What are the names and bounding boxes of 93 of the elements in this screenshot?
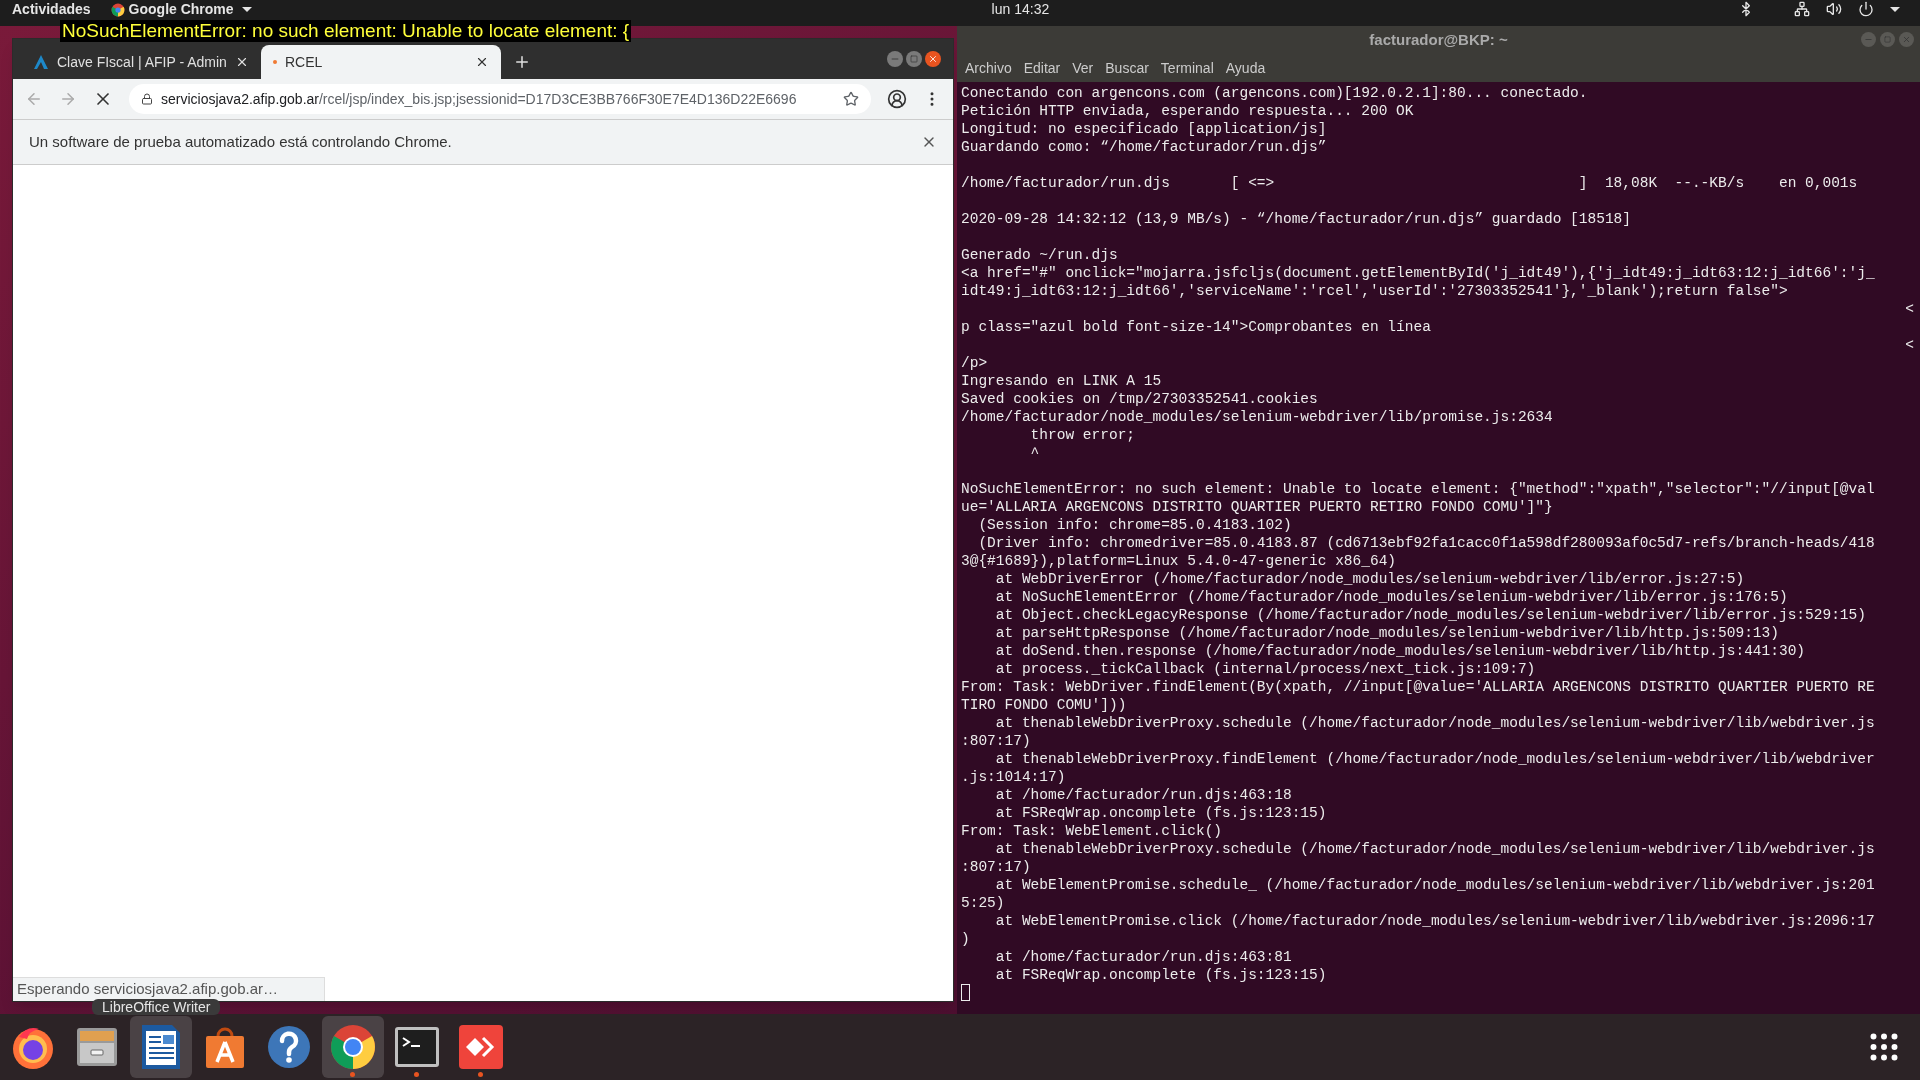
terminal-line: From: Task: WebDriver.findElement(By(xpath, //input[@value='ALLARIA ARGENCONS DISTRITO QUARTIER PUERTO RE — [961, 678, 1875, 696]
activities-button[interactable]: Actividades — [12, 1, 91, 18]
minimize-button[interactable] — [887, 51, 903, 67]
terminal-line: 5:25) — [961, 894, 1005, 912]
window-title: facturador@BKP: ~ — [1369, 29, 1508, 50]
terminal-line: (Driver info: chromedriver=85.0.4183.87 (cd6713ebf92fa1cacc0f1a598df280093af0c5d7-refs/branch-heads/418 — [977, 534, 1875, 552]
account-icon[interactable] — [887, 89, 907, 109]
close-icon — [928, 54, 938, 64]
clock[interactable]: lun 14:32 — [991, 1, 1050, 18]
terminal-line: p class="azul bold font-size-14">Comprobantes en línea — [961, 318, 1431, 336]
close-icon[interactable] — [235, 55, 249, 69]
terminal-line: From: Task: WebElement.click() — [961, 822, 1223, 840]
terminal-line: /p> — [961, 354, 988, 372]
status-bubble: Esperando serviciosjava2.afip.gob.ar… — [13, 977, 325, 1001]
terminal-line: 3@{#1689}),platform=Linux 5.4.0-47-generic x86_64) — [961, 552, 1397, 570]
new-tab-icon[interactable] — [513, 53, 531, 71]
terminal-line: at WebElementPromise.schedule_ (/home/facturador/node_modules/selenium-webdriver/lib/webdriver.js:201 — [994, 876, 1875, 894]
url-text: serviciosjava2.afip.gob.ar/rcel/jsp/index_bis.jsp;jsessionid=D17D3CE3BB766F30E7E4D136D22E6696 — [161, 89, 797, 109]
maximize-icon — [910, 55, 918, 63]
chrome-icon — [329, 1023, 377, 1071]
terminal-line: at thenableWebDriverProxy.schedule (/home/facturador/node_modules/selenium-webdriver/lib/webdriver.js — [994, 714, 1875, 732]
terminal-line: at WebElementPromise.click (/home/facturador/node_modules/selenium-webdriver/lib/webdriver.js:2096:17 — [994, 912, 1875, 930]
terminal-line: /home/facturador/run.djs [ <=> ] 18,08K --.-KB/s en 0,001s — [961, 174, 1858, 192]
terminal-line: ) — [961, 930, 970, 948]
app-menu[interactable]: Google Chrome — [110, 1, 252, 18]
terminal-line: NoSuchElementError: no such element: Unable to locate element: {"method":"xpath","selector":"//input[@val — [961, 480, 1875, 498]
menu-item[interactable]: Editar — [1023, 57, 1061, 79]
terminal-line: Conectando con argencons.com (argencons.com)[192.0.2.1]:80... conectado. — [961, 84, 1588, 102]
terminal-line: at thenableWebDriverProxy.schedule (/home/facturador/node_modules/selenium-webdriver/lib/webdriver.js — [994, 840, 1875, 858]
terminal-line: at FSReqWrap.oncomplete (fs.js:123:15) — [994, 966, 1327, 984]
network-icon[interactable] — [1794, 1, 1810, 17]
terminal-line: Petición HTTP enviada, esperando respuesta... 200 OK — [961, 102, 1414, 120]
caret-icon[interactable] — [1890, 6, 1900, 12]
terminal-line: :807:17) — [961, 858, 1031, 876]
tab-title: RCEL — [285, 52, 324, 72]
tab-title: Clave FIscal | AFIP - Admin — [57, 52, 227, 72]
terminal-line: at process._tickCallback (internal/process/next_tick.js:109:7) — [994, 660, 1536, 678]
terminal-line: at doSend.then.response (/home/facturador/node_modules/selenium-webdriver/lib/http.js:441:30) — [994, 642, 1806, 660]
terminal-line: at NoSuchElementError (/home/facturador/node_modules/selenium-webdriver/lib/error.js:176:5) — [994, 588, 1788, 606]
terminal-line: :807:17) — [961, 732, 1031, 750]
power-icon[interactable] — [1858, 1, 1874, 17]
terminal-line: Saved cookies on /tmp/27303352541.cookies — [961, 390, 1318, 408]
terminal-line: Ingresando en LINK A 15 — [961, 372, 1162, 390]
terminal-line: at thenableWebDriverProxy.findElement (/home/facturador/node_modules/selenium-webdriver/lib/webdriver — [994, 750, 1875, 768]
terminal-line: Guardando como: “/home/facturador/run.djs” — [961, 138, 1327, 156]
chrome-icon — [110, 2, 125, 17]
menu-item[interactable]: Terminal — [1160, 57, 1214, 79]
dock-app[interactable] — [322, 1016, 384, 1078]
caret-icon — [241, 7, 252, 12]
tooltip: LibreOffice Writer — [92, 999, 221, 1015]
menu-item[interactable]: Archivo — [965, 57, 1012, 79]
browser-tab[interactable]: RCEL — [261, 45, 501, 79]
terminal-line: ^ — [1029, 444, 1040, 462]
browser-tab[interactable]: Clave FIscal | AFIP - Admin — [21, 45, 261, 79]
terminal-line: at parseHttpResponse (/home/facturador/node_modules/selenium-webdriver/lib/http.js:509:13) — [994, 624, 1779, 642]
close-icon[interactable] — [475, 55, 489, 69]
terminal-line: 2020-09-28 14:32:12 (13,9 MB/s) - “/home/facturador/run.djs” guardado [18518] — [961, 210, 1631, 228]
terminal-line: throw error; — [1029, 426, 1136, 444]
terminal-line: ue='ALLARIA ARGENCONS DISTRITO QUARTIER PUERTO RETIRO FONDO COMU']"} — [961, 498, 1553, 516]
error-overlay: NoSuchElementError: no such element: Unable to locate element: { — [60, 20, 632, 42]
help-icon — [266, 1024, 312, 1070]
terminal-line: <a href="#" onclick="mojarra.jsfcljs(document.getElementById('j_idt49'),{'j_idt49:j_idt63:12:j_idt66':'j_ — [961, 264, 1875, 282]
terminal-line: at WebDriverError (/home/facturador/node_modules/selenium-webdriver/lib/error.js:27:5) — [994, 570, 1745, 588]
terminal-line: at /home/facturador/run.djs:463:18 — [994, 786, 1292, 804]
menu-item[interactable]: Ver — [1072, 57, 1094, 79]
terminal-line: (Session info: chrome=85.0.4183.102) — [977, 516, 1292, 534]
remote-desktop-icon — [458, 1024, 504, 1070]
menu-item[interactable]: Buscar — [1105, 57, 1149, 79]
terminal-line: idt49:j_idt63:12:j_idt66','serviceName':'rcel','userId':'27303352541'},'_blank');return false"> — [961, 282, 1788, 300]
terminal-line: at FSReqWrap.oncomplete (fs.js:123:15) — [994, 804, 1327, 822]
dock-app[interactable] — [130, 1016, 192, 1078]
cursor — [961, 984, 970, 1001]
infobar-message: Un software de prueba automatizado está controlando Chrome. — [29, 131, 452, 152]
terminal-line: at /home/facturador/run.djs:463:81 — [994, 948, 1292, 966]
terminal-icon — [394, 1026, 440, 1068]
close-button[interactable] — [925, 51, 941, 67]
terminal-line: Longitud: no especificado [application/js] — [961, 120, 1327, 138]
menu-item[interactable]: Ayuda — [1225, 57, 1266, 79]
terminal-line: < — [1905, 336, 1914, 354]
volume-icon[interactable] — [1826, 1, 1842, 17]
terminal-line: < — [1905, 300, 1914, 318]
maximize-icon — [1884, 36, 1891, 43]
terminal-line: Generado ~/run.djs — [961, 246, 1118, 264]
close-icon — [1902, 35, 1911, 44]
lock-icon — [141, 93, 153, 105]
terminal-line: .js:1014:17) — [961, 768, 1066, 786]
triangle-logo-icon — [33, 54, 49, 70]
address-bar[interactable]: serviciosjava2.afip.gob.ar/rcel/jsp/index_bis.jsp;jsessionid=D17D3CE3BB766F30E7E4D136D22E6696 — [129, 84, 871, 114]
terminal-line: /home/facturador/node_modules/selenium-webdriver/lib/promise.js:2634 — [961, 408, 1553, 426]
document-icon — [140, 1023, 182, 1071]
star-icon[interactable] — [843, 91, 859, 107]
terminal-line: TIRO FONDO COMU'])) — [961, 696, 1127, 714]
terminal-line: at Object.checkLegacyResponse (/home/facturador/node_modules/selenium-webdriver/lib/error.js:529:15) — [994, 606, 1866, 624]
